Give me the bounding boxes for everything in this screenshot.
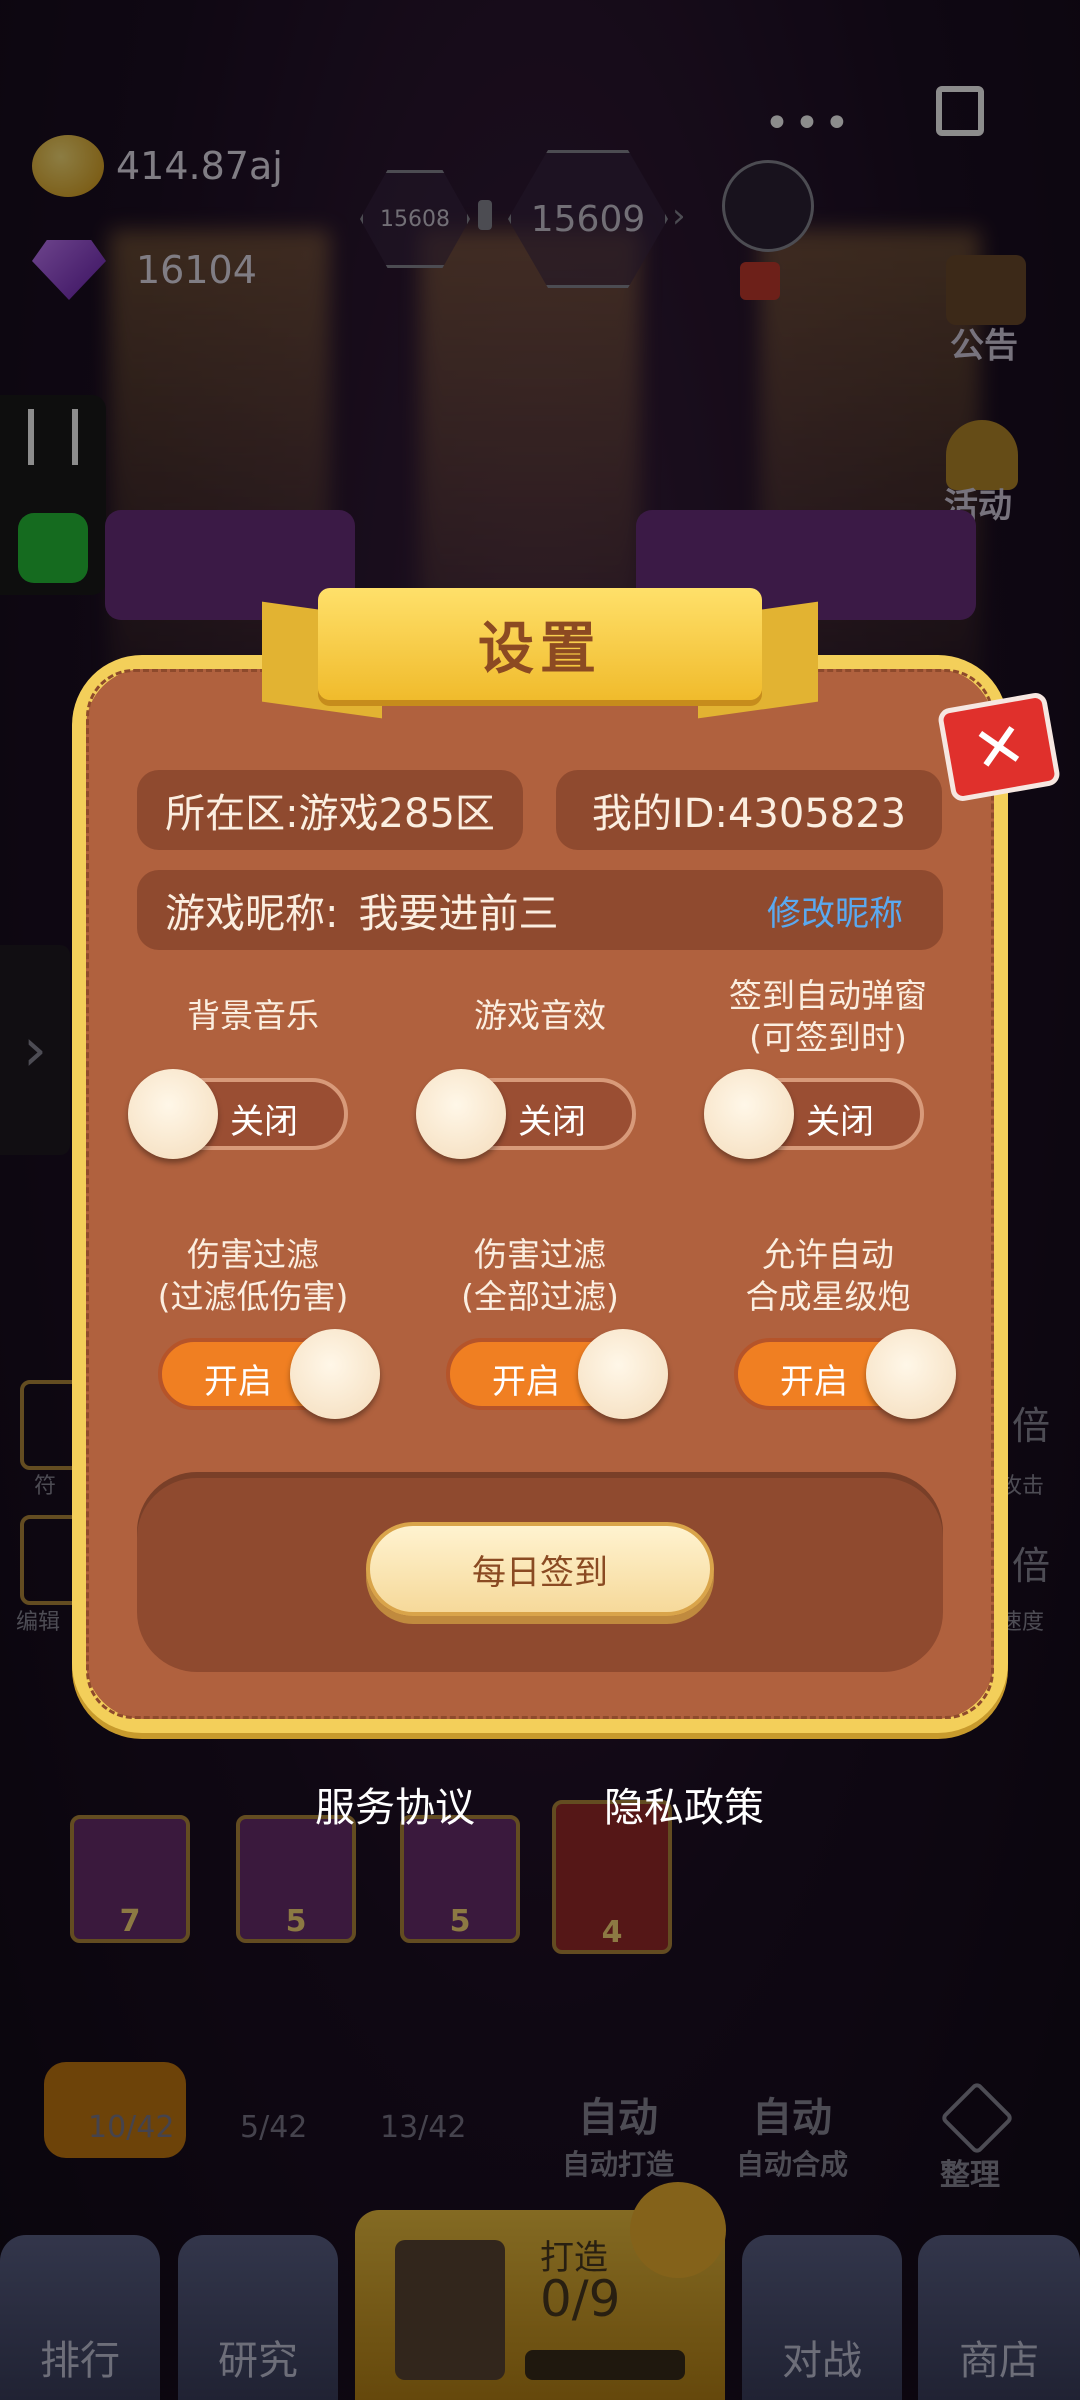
option-label: 伤害过滤 (过滤低伤害) xyxy=(157,1235,349,1316)
toggle-state: 开启 xyxy=(204,1362,272,1402)
nickname-value: 我要进前三 xyxy=(358,891,559,937)
service-agreement-link[interactable]: 服务协议 xyxy=(315,1775,475,1833)
close-icon: ✕ xyxy=(967,706,1031,788)
nickname-row: 游戏昵称: 我要进前三 修改昵称 xyxy=(137,870,943,950)
toggle-knob xyxy=(290,1329,380,1419)
toggle-state: 关闭 xyxy=(518,1102,586,1142)
option-label: 背景音乐 xyxy=(187,996,319,1035)
player-id-field: 我的ID:4305823 xyxy=(556,770,942,850)
toggle-knob xyxy=(416,1069,506,1159)
toggle-knob xyxy=(866,1329,956,1419)
close-button[interactable]: ✕ xyxy=(936,691,1062,803)
option-label: 允许自动 合成星级炮 xyxy=(745,1235,911,1316)
zone-field: 所在区:游戏285区 xyxy=(137,770,523,850)
option-label: 游戏音效 xyxy=(474,996,606,1035)
signin-popup-toggle[interactable]: 关闭 xyxy=(704,1069,924,1159)
damage-filter-low-toggle[interactable]: 开启 xyxy=(158,1329,380,1419)
sfx-toggle[interactable]: 关闭 xyxy=(416,1069,636,1159)
auto-merge-star-toggle[interactable]: 开启 xyxy=(734,1329,956,1419)
toggle-knob xyxy=(704,1069,794,1159)
toggle-knob xyxy=(578,1329,668,1419)
privacy-policy-link[interactable]: 隐私政策 xyxy=(604,1775,764,1833)
toggle-state: 关闭 xyxy=(806,1102,874,1142)
toggle-state: 关闭 xyxy=(230,1102,298,1142)
nickname-label: 游戏昵称: xyxy=(165,891,339,937)
toggle-knob xyxy=(128,1069,218,1159)
toggle-state: 开启 xyxy=(492,1362,560,1402)
damage-filter-all-toggle[interactable]: 开启 xyxy=(446,1329,668,1419)
rename-link[interactable]: 修改昵称 xyxy=(767,886,903,935)
option-label: 签到自动弹窗 (可签到时) xyxy=(729,976,927,1057)
settings-title: 设置 xyxy=(318,588,762,700)
toggle-state: 开启 xyxy=(780,1362,848,1402)
option-label: 伤害过滤 (全部过滤) xyxy=(461,1235,619,1316)
daily-signin-button[interactable]: 每日签到 xyxy=(366,1522,714,1616)
bgm-toggle[interactable]: 关闭 xyxy=(128,1069,348,1159)
